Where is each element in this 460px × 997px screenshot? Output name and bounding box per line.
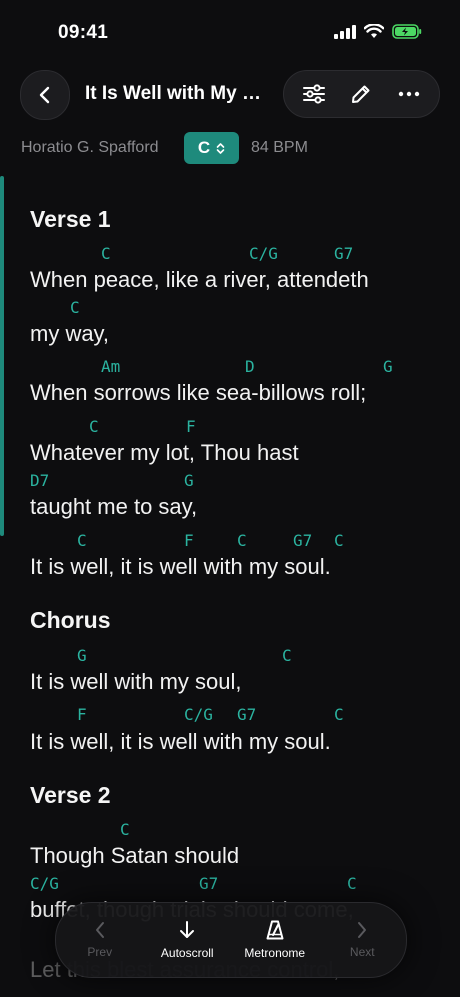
chord[interactable]: C [77,531,87,550]
chord[interactable]: C [334,705,344,724]
metronome-icon [266,920,284,940]
playback-toolbar: Prev Autoscroll Metronome Next [55,902,407,978]
section-heading: Verse 1 [30,206,111,232]
chord[interactable]: G [77,646,87,665]
song-title: It Is Well with My Soul [85,83,270,104]
more-button[interactable] [389,74,429,114]
sliders-icon [302,84,325,104]
chord[interactable]: C [347,874,357,893]
back-button[interactable] [20,70,70,120]
chord[interactable]: C [120,820,130,839]
chord[interactable]: G7 [237,705,256,724]
chord[interactable]: C [70,298,80,317]
scroll-progress-bar [0,176,4,536]
chord[interactable]: C [237,531,247,550]
chord[interactable]: C/G [30,874,59,893]
section-heading: Verse 2 [30,782,111,808]
chord[interactable]: F [186,417,196,436]
chevron-left-icon [95,922,104,938]
wifi-icon [364,24,384,38]
chord[interactable]: Am [101,357,120,376]
prev-button[interactable]: Prev [60,921,140,959]
chord[interactable]: G7 [334,244,353,263]
arrow-down-icon [180,921,195,938]
chord[interactable]: C/G [184,705,213,724]
tempo-bpm: 84 BPM [251,139,308,156]
metronome-label: Metronome [244,946,306,960]
chord[interactable]: D [245,357,255,376]
chord[interactable]: C/G [249,244,278,263]
chord[interactable]: G [383,357,393,376]
edit-button[interactable] [341,74,381,114]
more-icon [398,91,420,97]
chord[interactable]: C [89,417,99,436]
key-value: C [197,138,211,157]
lyric-line: It is well, it is well with my soul. [30,554,331,579]
pencil-icon [352,85,370,103]
lyric-line: Though Satan should [30,843,240,868]
autoscroll-button[interactable]: Autoscroll [147,920,227,960]
lyric-line: When sorrows like sea-billows roll; [30,380,367,405]
author-name: Horatio G. Spafford [21,139,159,156]
next-label: Next [349,945,375,959]
next-button[interactable]: Next [322,921,402,959]
key-selector[interactable]: C [184,132,239,164]
lyric-line: taught me to say, [30,494,198,519]
lyric-line: Whatever my lot, Thou hast [30,440,299,465]
header-actions [283,70,440,118]
lyric-line: When peace, like a river, attendeth [30,267,369,292]
autoscroll-label: Autoscroll [160,946,214,960]
chord[interactable]: F [77,705,87,724]
signal-icon [334,24,356,39]
section-heading: Chorus [30,607,111,633]
chord[interactable]: C [282,646,292,665]
chord[interactable]: D7 [30,471,49,490]
chord[interactable]: G7 [293,531,312,550]
chord[interactable]: G [184,471,194,490]
lyric-line: It is well with my soul, [30,669,242,694]
lyric-line: my way, [30,321,110,346]
lyric-line: It is well, it is well with my soul. [30,729,331,754]
metronome-button[interactable]: Metronome [235,920,315,960]
settings-button[interactable] [294,74,334,114]
battery-charging-icon [392,24,422,39]
status-icons [334,24,422,39]
chord[interactable]: G7 [199,874,218,893]
chevron-up-down-icon [216,142,225,154]
prev-label: Prev [87,945,113,959]
chevron-right-icon [358,922,367,938]
chord[interactable]: C [334,531,344,550]
status-time: 09:41 [58,22,109,43]
chevron-left-icon [39,86,50,104]
chord[interactable]: C [101,244,111,263]
chord[interactable]: F [184,531,194,550]
